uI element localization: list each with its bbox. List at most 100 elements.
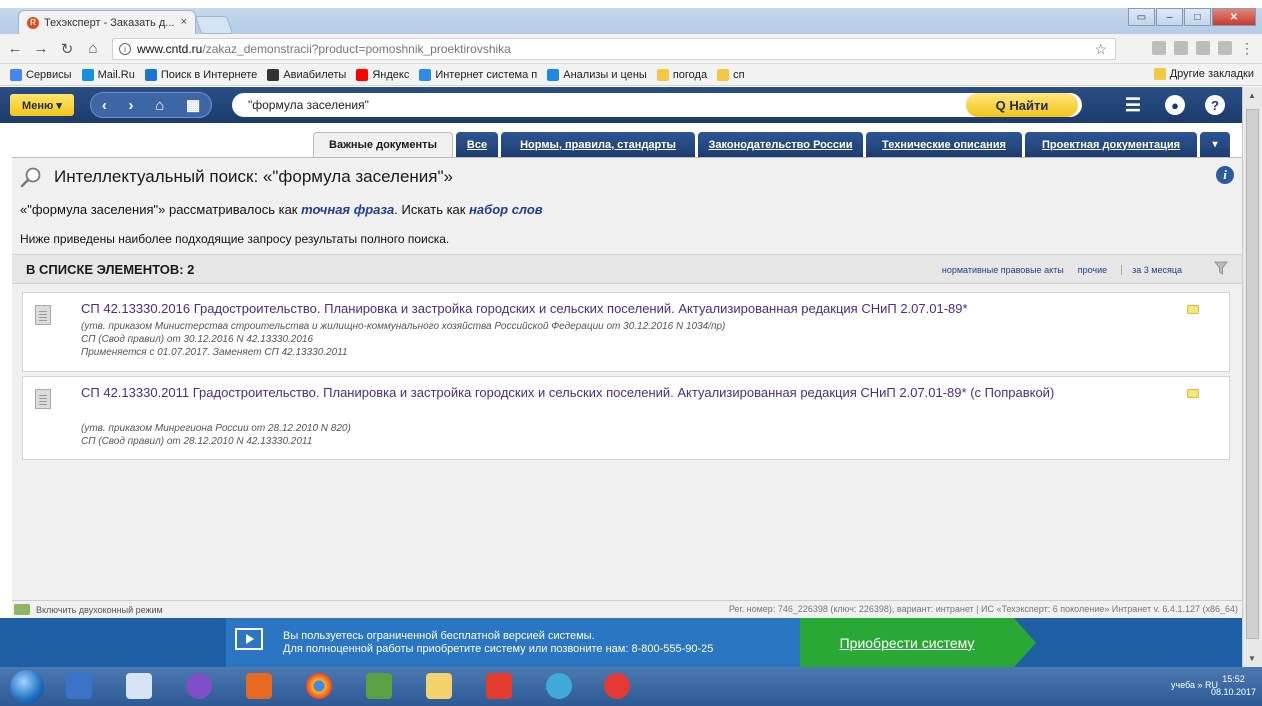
bookmark-item[interactable]: Поиск в Интернете	[144, 68, 257, 81]
extension-icon[interactable]	[1196, 41, 1210, 55]
chrome-app-icon[interactable]	[306, 673, 332, 699]
teamviewer-app-icon[interactable]	[546, 673, 572, 699]
search-input[interactable]: "формула заселения"	[232, 93, 1082, 117]
bookmark-item[interactable]: Интернет система п	[419, 68, 537, 81]
find-button[interactable]: Q Найти	[966, 93, 1078, 117]
url-input[interactable]: i www.cntd.ru /zakaz_demonstracii?produc…	[112, 38, 1116, 60]
yandex-browser-app-icon[interactable]	[604, 673, 630, 699]
back-arrow-icon[interactable]: ←	[4, 40, 26, 57]
scroll-up-icon[interactable]: ▲	[1248, 91, 1256, 100]
user-icon-wrap[interactable]: ●	[1163, 94, 1187, 116]
browser-menu-icon[interactable]: ⋮	[1240, 41, 1254, 55]
extension-icon[interactable]	[1174, 41, 1188, 55]
category-tabs: Важные документы Все Нормы, правила, ста…	[0, 123, 1242, 157]
bookmark-item[interactable]: Авиабилеты	[267, 68, 346, 81]
dual-window-icon	[14, 604, 30, 615]
buy-system-button[interactable]: Приобрести систему	[800, 618, 1036, 667]
other-bookmarks-label: Другие закладки	[1169, 68, 1254, 80]
document-title-link[interactable]: СП 42.13330.2011 Градостроительство. Пла…	[81, 385, 1121, 400]
extension-icon[interactable]	[1152, 41, 1166, 55]
tab-tech-descriptions[interactable]: Технические описания	[866, 132, 1022, 157]
other-bookmarks[interactable]: Другие закладки	[1153, 68, 1254, 80]
word-app-icon[interactable]	[126, 673, 152, 699]
menu-button[interactable]: Меню ▾	[10, 94, 74, 116]
results-explanation: Ниже приведены наиболее подходящие запро…	[20, 232, 450, 246]
tabs-more-dropdown[interactable]: ▾	[1200, 132, 1230, 157]
folder-app-icon[interactable]	[426, 673, 452, 699]
bookmarks-bar: Сервисы Mail.Ru Поиск в Интернете Авиабилет…	[0, 64, 1262, 86]
user-icon[interactable]: ●	[1165, 95, 1185, 115]
document-title-link[interactable]: СП 42.13330.2016 Градостроительство. Пла…	[81, 301, 1141, 316]
info-icon[interactable]: i	[1216, 166, 1234, 184]
tab-all[interactable]: Все	[456, 132, 498, 157]
forward-arrow-icon[interactable]: →	[30, 40, 52, 57]
scroll-down-icon[interactable]: ▼	[1248, 654, 1256, 663]
search-heading: Интеллектуальный поиск: «"формула заселе…	[20, 166, 453, 188]
windows-start-icon[interactable]	[10, 670, 44, 704]
site-info-icon[interactable]: i	[119, 43, 131, 55]
document-meta-type: СП (Свод правил) от 30.12.2016 N 42.1333…	[81, 334, 314, 345]
promo-line-1: Вы пользуетесь ограниченной бесплатной в…	[283, 630, 595, 642]
bookmark-item[interactable]: Mail.Ru	[81, 68, 135, 81]
folder-icon	[656, 68, 669, 81]
registration-info: Рег. номер: 746_226398 (ключ: 226398), в…	[728, 604, 1238, 614]
reload-icon[interactable]: ↻	[56, 40, 78, 58]
dual-window-label: Включить двухоконный режим	[36, 604, 163, 615]
maximize-icon[interactable]: □	[1184, 8, 1211, 26]
tab-close-icon[interactable]: ×	[181, 16, 187, 28]
url-path: /zakaz_demonstracii?product=pomoshnik_pr…	[202, 42, 511, 56]
list-item[interactable]: СП 42.13330.2016 Градостроительство. Пла…	[22, 292, 1230, 372]
comment-note-icon[interactable]	[1187, 389, 1199, 398]
tab-legislation[interactable]: Законодательство России	[698, 132, 863, 157]
bookmark-item[interactable]: Яндекс	[356, 68, 409, 81]
bookmark-item[interactable]: Сервисы	[10, 68, 72, 81]
minimize-icon[interactable]: –	[1156, 8, 1183, 26]
vertical-scrollbar[interactable]: ▲ ▼	[1242, 87, 1262, 667]
media-app-icon[interactable]	[246, 673, 272, 699]
restore-icon[interactable]: ▭	[1128, 8, 1155, 26]
filter-3-months[interactable]: за 3 месяца	[1121, 265, 1182, 275]
exact-phrase-link[interactable]: точная фраза	[301, 202, 394, 217]
document-icon	[35, 389, 51, 409]
back-icon[interactable]: ‹	[102, 97, 107, 114]
bookmark-star-icon[interactable]: ☆	[1094, 41, 1107, 58]
funnel-filter-icon[interactable]	[1214, 261, 1228, 275]
comment-note-icon[interactable]	[1187, 305, 1199, 314]
hamburger-menu-icon[interactable]: ☰	[1121, 94, 1145, 116]
yandex-app-icon[interactable]	[486, 673, 512, 699]
word-set-link[interactable]: набор слов	[469, 202, 543, 217]
help-icon[interactable]: ?	[1205, 95, 1225, 115]
browser-tab[interactable]: R Техэксперт - Заказать д... ×	[18, 10, 196, 34]
apps-icon	[10, 68, 22, 81]
tab-norms[interactable]: Нормы, правила, стандарты	[501, 132, 695, 157]
window-controls: ▭ – □ ✕	[1127, 8, 1256, 26]
bookmark-item[interactable]: сп	[717, 68, 745, 81]
filter-legal-acts[interactable]: нормативные правовые акты	[942, 265, 1064, 275]
tab-project-docs[interactable]: Проектная документация	[1025, 132, 1197, 157]
viber-app-icon[interactable]	[186, 673, 212, 699]
new-tab-button[interactable]	[194, 16, 234, 34]
dual-window-toggle[interactable]: Включить двухоконный режим	[14, 604, 163, 615]
home-icon[interactable]: ⌂	[155, 97, 164, 114]
bookmark-label: Mail.Ru	[97, 68, 135, 81]
list-item[interactable]: СП 42.13330.2011 Градостроительство. Пла…	[22, 376, 1230, 460]
explorer-app-icon[interactable]	[66, 673, 92, 699]
extension-icon[interactable]	[1218, 41, 1232, 55]
bookmark-item[interactable]: погода	[656, 68, 707, 81]
scroll-thumb[interactable]	[1246, 109, 1259, 639]
home-app-icon[interactable]	[366, 673, 392, 699]
list-count-title: В СПИСКЕ ЭЛЕМЕНТОВ: 2	[26, 262, 195, 277]
window-close-icon[interactable]: ✕	[1212, 8, 1256, 26]
tab-important-docs[interactable]: Важные документы	[313, 132, 453, 157]
home-icon[interactable]: ⌂	[82, 40, 104, 57]
bookmark-item[interactable]: Анализы и цены	[547, 68, 647, 81]
play-video-icon[interactable]	[235, 628, 263, 650]
grid-icon[interactable]: ▦	[186, 96, 200, 114]
clock-time: 15:52	[1222, 674, 1245, 684]
help-icon-wrap[interactable]: ?	[1203, 94, 1227, 116]
document-meta-approved: (утв. приказом Министерства строительств…	[81, 321, 726, 332]
forward-icon[interactable]: ›	[129, 97, 134, 114]
filter-other[interactable]: прочие	[1078, 265, 1107, 275]
clock[interactable]: 15:52 08.10.2017	[1211, 673, 1256, 699]
page-top-strip	[0, 0, 1262, 8]
